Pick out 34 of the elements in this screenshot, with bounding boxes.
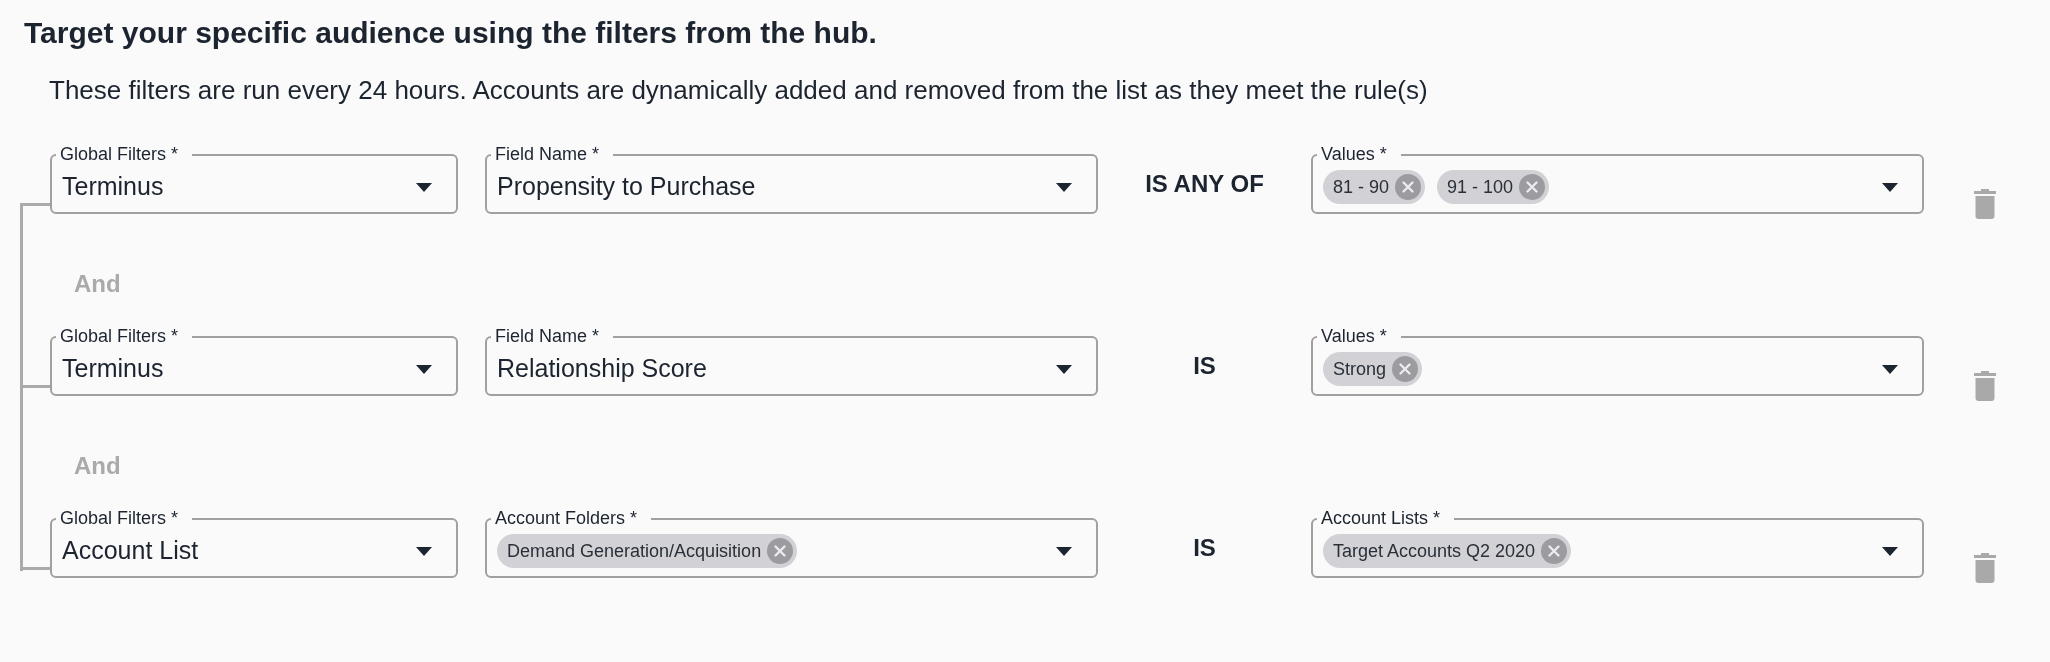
field-value: Propensity to Purchase <box>497 172 756 201</box>
caret-icon <box>416 364 432 374</box>
caret-icon <box>1882 546 1898 556</box>
remove-icon[interactable] <box>1519 174 1546 200</box>
field-value: Terminus <box>62 354 164 383</box>
remove-icon[interactable] <box>1541 538 1568 564</box>
remove-icon[interactable] <box>767 538 794 564</box>
field-value: Relationship Score <box>497 354 707 383</box>
caret-icon <box>416 182 432 192</box>
operator-label: IS <box>1193 351 1216 381</box>
remove-icon[interactable] <box>1392 356 1419 382</box>
page-heading: Target your specific audience using the filters from the hub. <box>23 15 878 51</box>
conjunction-label: And <box>74 452 121 479</box>
value-chip: 91 - 100 <box>1437 170 1550 204</box>
caret-icon <box>1882 364 1898 374</box>
value-chip: Demand Generation/Acquisition <box>497 534 798 568</box>
caret-icon <box>1056 182 1072 192</box>
trash-icon <box>1974 553 1996 583</box>
operator-label: IS ANY OF <box>1145 169 1264 199</box>
trash-icon <box>1974 371 1996 401</box>
value-chip: Target Accounts Q2 2020 <box>1323 534 1572 568</box>
caret-icon <box>416 546 432 556</box>
operator-label: IS <box>1193 533 1216 563</box>
caret-icon <box>1882 182 1898 192</box>
trash-icon <box>1974 189 1996 219</box>
value-chip: Strong <box>1323 352 1423 386</box>
field-value: Account List <box>62 536 199 565</box>
caret-icon <box>1056 364 1072 374</box>
value-chip: 81 - 90 <box>1323 170 1426 204</box>
conjunction-label: And <box>74 270 121 297</box>
caret-icon <box>1056 546 1072 556</box>
description-text: These filters are run every 24 hours. Accounts are dynamically added and removed from the list as they meet the rule(s) <box>48 74 1429 106</box>
remove-icon[interactable] <box>1395 174 1422 200</box>
field-value: Terminus <box>62 172 164 201</box>
